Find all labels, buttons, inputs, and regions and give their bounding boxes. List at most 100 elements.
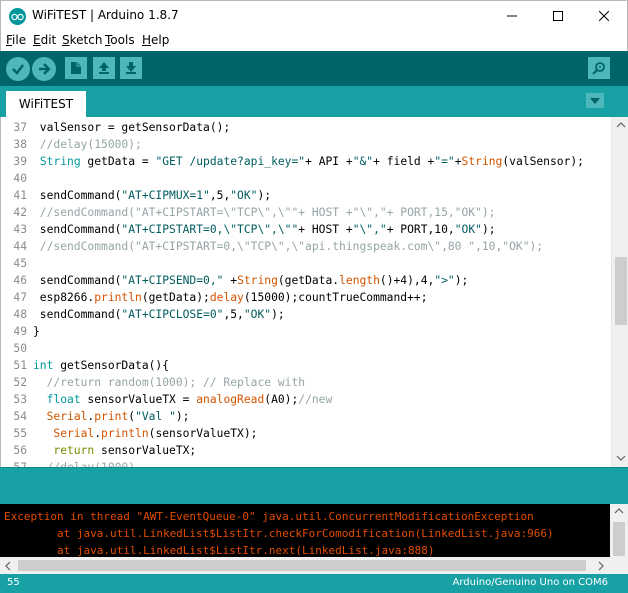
code-line[interactable]: 46 sendCommand("AT+CIPSEND=0," +String(g… xyxy=(1,272,611,289)
scroll-left-icon[interactable] xyxy=(5,561,11,571)
code-line[interactable]: 51 int getSensorData(){ xyxy=(1,357,611,374)
code-line[interactable]: 48 sendCommand("AT+CIPCLOSE=0",5,"OK"); xyxy=(1,306,611,323)
scroll-right-icon[interactable] xyxy=(598,561,604,571)
code-text: } xyxy=(33,325,40,338)
line-number: 46 xyxy=(13,274,27,287)
console-vertical-scrollbar[interactable] xyxy=(610,504,628,574)
message-area xyxy=(0,467,628,504)
line-number: 51 xyxy=(13,359,27,372)
code-line[interactable]: 40 xyxy=(1,170,611,187)
code-line[interactable]: 56 return sensorValueTX; xyxy=(1,442,611,459)
line-number: 50 xyxy=(13,342,27,355)
board-port-label: Arduino/Genuino Uno on COM6 xyxy=(452,577,609,588)
editor-vertical-scrollbar[interactable] xyxy=(611,117,628,467)
serial-monitor-button[interactable] xyxy=(588,57,610,79)
code-line[interactable]: 44 //sendCommand("AT+CIPSTART=0,\"TCP\",… xyxy=(1,238,611,255)
line-number: 49 xyxy=(13,325,27,338)
code-line[interactable]: 49} xyxy=(1,323,611,340)
line-number: 39 xyxy=(13,155,27,168)
serial-monitor-icon xyxy=(592,62,605,75)
line-number: 53 xyxy=(13,393,27,406)
console-hscroll-thumb[interactable] xyxy=(18,560,586,571)
console-horizontal-scrollbar[interactable] xyxy=(0,557,610,574)
code-line[interactable]: 43 sendCommand("AT+CIPSTART=0,\"TCP\",\"… xyxy=(1,221,611,238)
window-title: WiFiTEST | Arduino 1.8.7 xyxy=(32,8,179,22)
line-number: 56 xyxy=(13,444,27,457)
menu-bar: File Edit Sketch Tools Help xyxy=(0,31,628,51)
line-number: 54 xyxy=(13,410,27,423)
open-button[interactable] xyxy=(93,57,115,79)
console-line: at java.util.LinkedList$ListItr.checkFor… xyxy=(4,527,554,540)
code-line[interactable]: 42 //sendCommand("AT+CIPSTART=\"TCP\",\"… xyxy=(1,204,611,221)
code-line[interactable]: 47 esp8266.println(getData);delay(15000)… xyxy=(1,289,611,306)
cursor-line-number: 55 xyxy=(7,577,20,588)
line-number: 38 xyxy=(13,138,27,151)
chevron-down-icon xyxy=(590,97,600,104)
code-text: Serial.println(sensorValueTX); xyxy=(53,427,258,440)
menu-edit[interactable]: Edit xyxy=(33,33,56,47)
toolbar xyxy=(0,51,628,86)
console-scroll-thumb[interactable] xyxy=(613,522,625,556)
save-button[interactable] xyxy=(120,57,142,79)
minimize-button[interactable] xyxy=(489,1,535,31)
menu-tools[interactable]: Tools xyxy=(105,33,135,47)
code-line[interactable]: 38 //delay(15000); xyxy=(1,136,611,153)
line-number: 37 xyxy=(13,121,27,134)
menu-file[interactable]: File xyxy=(6,33,26,47)
new-button[interactable] xyxy=(65,57,87,79)
line-number: 55 xyxy=(13,427,27,440)
code-text: //sendCommand("AT+CIPSTART=0,\"TCP\",\"a… xyxy=(33,240,544,253)
code-text: //delay(1000) xyxy=(33,459,135,467)
code-text: sendCommand("AT+CIPSTART=0,\"TCP\",\""+ … xyxy=(33,223,496,236)
menu-sketch[interactable]: Sketch xyxy=(62,33,102,47)
close-button[interactable] xyxy=(581,1,627,31)
upload-button[interactable] xyxy=(32,57,56,81)
code-text: int getSensorData(){ xyxy=(33,359,170,372)
tab-wifitest[interactable]: WiFiTEST xyxy=(6,91,86,117)
scroll-up-icon[interactable] xyxy=(614,508,624,514)
verify-button[interactable] xyxy=(6,57,30,81)
line-number: 47 xyxy=(13,291,27,304)
line-number: 41 xyxy=(13,189,27,202)
line-number: 43 xyxy=(13,223,27,236)
code-line[interactable]: 37 valSensor = getSensorData(); xyxy=(1,119,611,136)
console-line: Exception in thread "AWT-EventQueue-0" j… xyxy=(4,510,534,523)
code-line[interactable]: 52 //return random(1000); // Replace wit… xyxy=(1,374,611,391)
code-text: float sensorValueTX = analogRead(A0);//n… xyxy=(46,393,333,406)
scroll-down-icon[interactable] xyxy=(616,455,626,461)
status-bar: 55 Arduino/Genuino Uno on COM6 xyxy=(0,574,628,593)
code-line[interactable]: 41 sendCommand("AT+CIPMUX=1",5,"OK"); xyxy=(1,187,611,204)
code-text: return sensorValueTX; xyxy=(53,444,197,457)
save-icon xyxy=(126,62,136,74)
new-icon xyxy=(71,62,81,74)
editor-scroll-thumb[interactable] xyxy=(615,257,627,325)
code-editor[interactable]: 37 valSensor = getSensorData(); 38 //dela… xyxy=(0,117,628,467)
code-line[interactable]: 55 Serial.println(sensorValueTX); xyxy=(1,425,611,442)
line-number: 42 xyxy=(13,206,27,219)
code-line[interactable]: 39 String getData = "GET /update?api_key… xyxy=(1,153,611,170)
code-text: esp8266.println(getData);delay(15000);co… xyxy=(33,291,428,304)
scroll-up-icon[interactable] xyxy=(616,122,626,128)
code-text: sendCommand("AT+CIPCLOSE=0",5,"OK"); xyxy=(33,308,285,321)
line-number: 45 xyxy=(13,257,27,270)
line-number: 40 xyxy=(13,172,27,185)
code-text: Serial.print("Val "); xyxy=(46,410,190,423)
maximize-icon xyxy=(553,11,563,21)
tab-menu-button[interactable] xyxy=(586,93,604,108)
code-line[interactable]: 53 float sensorValueTX = analogRead(A0);… xyxy=(1,391,611,408)
open-icon xyxy=(99,62,109,74)
code-line[interactable]: 57 //delay(1000) xyxy=(1,459,611,467)
code-line[interactable]: 54 Serial.print("Val "); xyxy=(1,408,611,425)
code-text: //delay(15000); xyxy=(33,138,142,151)
code-text: //return random(1000); // Replace with xyxy=(33,376,306,389)
code-line[interactable]: 45 xyxy=(1,255,611,272)
line-number: 48 xyxy=(13,308,27,321)
code-line[interactable]: 50 xyxy=(1,340,611,357)
close-icon xyxy=(599,11,609,21)
maximize-button[interactable] xyxy=(535,1,581,31)
code-text: String getData = "GET /update?api_key="+… xyxy=(39,155,584,168)
verify-icon xyxy=(12,64,24,75)
line-number: 52 xyxy=(13,376,27,389)
menu-help[interactable]: Help xyxy=(142,33,169,47)
arduino-logo-icon xyxy=(9,8,26,25)
